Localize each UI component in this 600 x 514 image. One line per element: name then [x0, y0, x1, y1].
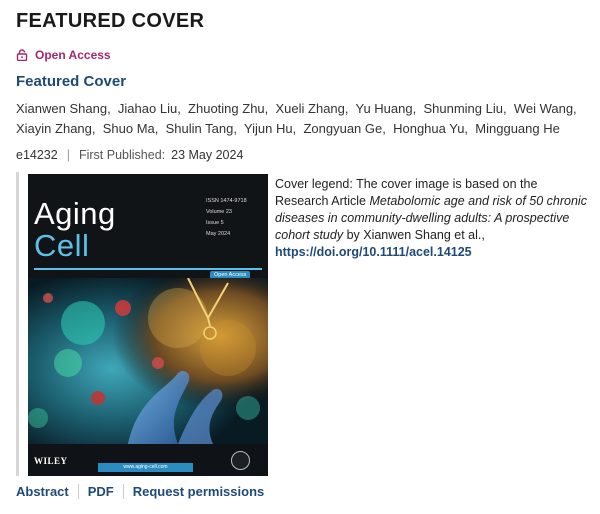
- first-published-date: 23 May 2024: [171, 148, 244, 162]
- author-list: Xianwen Shang, Jiahao Liu, Zhuoting Zhu,…: [16, 99, 591, 139]
- article-id: e14232: [16, 148, 58, 162]
- author-link[interactable]: Zongyuan Ge,: [303, 121, 385, 136]
- author-link[interactable]: Xianwen Shang,: [16, 101, 111, 116]
- author-link[interactable]: Jiahao Liu,: [118, 101, 181, 116]
- lock-icon: [16, 49, 28, 61]
- author-link[interactable]: Xiayin Zhang,: [16, 121, 96, 136]
- cover-accent-line: [34, 268, 262, 270]
- author-link[interactable]: Shuo Ma,: [103, 121, 159, 136]
- author-link[interactable]: Yijun Hu,: [244, 121, 296, 136]
- author-link[interactable]: Yu Huang,: [356, 101, 417, 116]
- cover-artwork: [28, 278, 268, 444]
- cover-title-cell: Cell: [34, 228, 90, 263]
- article-subtitle[interactable]: Featured Cover: [16, 73, 126, 90]
- cover-seal-icon: [231, 451, 250, 470]
- cover-volume: Volume 23: [206, 209, 232, 215]
- open-access-badge: Open Access: [16, 48, 111, 62]
- author-link[interactable]: Xueli Zhang,: [276, 101, 349, 116]
- cover-date: May 2024: [206, 231, 231, 237]
- author-link[interactable]: Mingguang He: [475, 121, 560, 136]
- author-link[interactable]: Honghua Yu,: [393, 121, 468, 136]
- article-meta: e14232 | First Published: 23 May 2024: [16, 148, 243, 162]
- author-link[interactable]: Wei Wang,: [514, 101, 577, 116]
- legend-suffix: by Xianwen Shang et al.,: [343, 228, 485, 242]
- cover-publisher-logo: WILEY: [34, 456, 68, 466]
- cover-image[interactable]: Aging Cell ISSN 1474-9718 Volume 23 Issu…: [28, 174, 268, 476]
- meta-divider: |: [66, 148, 70, 162]
- abstract-link[interactable]: Abstract: [16, 484, 69, 499]
- cover-issn: ISSN 1474-9718: [206, 198, 247, 204]
- author-link[interactable]: Shunming Liu,: [423, 101, 506, 116]
- open-access-label: Open Access: [35, 48, 111, 62]
- first-published-label: First Published:: [78, 148, 166, 162]
- cover-url: www.aging-cell.com: [98, 463, 193, 472]
- cover-issue: Issue 5: [206, 220, 224, 226]
- actions-divider: [77, 484, 79, 499]
- cover-title-aging: Aging: [34, 196, 116, 231]
- page-title: FEATURED COVER: [16, 10, 205, 32]
- doi-link[interactable]: https://doi.org/10.1111/acel.14125: [275, 245, 472, 259]
- author-link[interactable]: Zhuoting Zhu,: [188, 101, 268, 116]
- request-permissions-link[interactable]: Request permissions: [133, 484, 265, 499]
- author-link[interactable]: Shulin Tang,: [166, 121, 237, 136]
- cover-legend: Cover legend: The cover image is based o…: [275, 176, 593, 261]
- actions-divider: [122, 484, 124, 499]
- pdf-link[interactable]: PDF: [88, 484, 114, 499]
- article-actions: Abstract PDF Request permissions: [16, 484, 264, 499]
